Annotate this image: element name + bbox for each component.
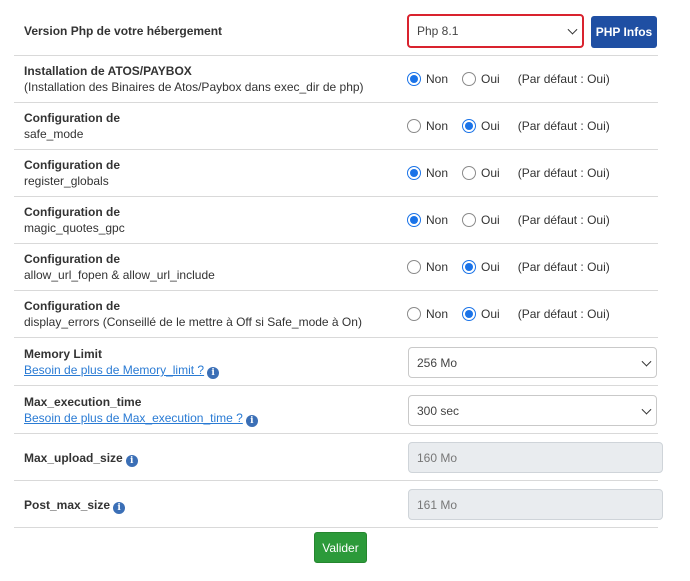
default-note: (Par défaut : Oui): [517, 166, 610, 180]
php-version-row: Version Php de votre hébergement Php 8.1…: [14, 8, 658, 56]
radio-oui[interactable]: Oui: [462, 307, 500, 321]
option-row-safe-mode: Configuration de safe_mode Non Oui (Par …: [14, 103, 658, 150]
max-upload-size-label: Max_upload_size: [24, 451, 123, 465]
radio-circle[interactable]: [407, 213, 421, 227]
max-execution-time-select[interactable]: 300 sec: [408, 395, 657, 426]
option-row-register-globals: Configuration de register_globals Non Ou…: [14, 150, 658, 197]
memory-limit-row: Memory Limit Besoin de plus de Memory_li…: [14, 338, 658, 386]
post-max-size-value: 161 Mo: [417, 497, 458, 512]
php-infos-button[interactable]: PHP Infos: [591, 16, 657, 48]
default-note: (Par défaut : Oui): [517, 260, 610, 274]
radio-non[interactable]: Non: [407, 72, 448, 86]
radio-oui[interactable]: Oui: [462, 213, 500, 227]
max-execution-time-label: Max_execution_time: [24, 395, 142, 409]
max-upload-size-value: 160 Mo: [417, 450, 458, 465]
radio-circle[interactable]: [462, 307, 477, 321]
default-note: (Par défaut : Oui): [517, 119, 610, 133]
info-icon[interactable]: i: [125, 455, 138, 467]
php-version-select[interactable]: Php 8.1: [407, 14, 584, 48]
radio-circle[interactable]: [462, 72, 477, 86]
info-icon[interactable]: i: [113, 502, 126, 514]
max-upload-size-row: Max_upload_size i 160 Mo: [14, 434, 663, 481]
max-execution-time-value: 300 sec: [417, 403, 460, 418]
default-note: (Par défaut : Oui): [517, 72, 610, 86]
memory-limit-value: 256 Mo: [417, 355, 458, 370]
option-subtitle: register_globals: [24, 174, 109, 188]
radio-oui[interactable]: Oui: [462, 72, 500, 86]
option-subtitle: allow_url_fopen & allow_url_include: [24, 268, 215, 282]
option-subtitle: safe_mode: [24, 127, 84, 141]
default-note: (Par défaut : Oui): [517, 213, 610, 227]
radio-circle[interactable]: [462, 166, 477, 180]
option-row-magic-quotes: Configuration de magic_quotes_gpc Non Ou…: [14, 197, 658, 244]
option-title: Configuration de: [24, 205, 120, 219]
option-row-display-errors: Configuration de display_errors (Conseil…: [14, 291, 658, 338]
max-execution-time-help-link[interactable]: Besoin de plus de Max_execution_time ?: [24, 411, 243, 425]
radio-circle[interactable]: [407, 307, 421, 321]
info-icon[interactable]: i: [207, 367, 220, 379]
post-max-size-row: Post_max_size i 161 Mo: [14, 481, 663, 528]
memory-limit-select[interactable]: 256 Mo: [408, 347, 657, 378]
option-title: Configuration de: [24, 111, 120, 125]
radio-circle[interactable]: [407, 72, 421, 86]
option-subtitle: magic_quotes_gpc: [24, 221, 125, 235]
max-upload-size-field: 160 Mo: [408, 442, 663, 473]
radio-oui[interactable]: Oui: [462, 260, 500, 274]
post-max-size-label: Post_max_size: [24, 498, 111, 512]
option-subtitle: display_errors (Conseillé de le mettre à…: [24, 315, 362, 329]
radio-non[interactable]: Non: [407, 213, 448, 227]
radio-non[interactable]: Non: [407, 260, 448, 274]
radio-non[interactable]: Non: [407, 119, 448, 133]
post-max-size-field: 161 Mo: [408, 489, 663, 520]
radio-circle[interactable]: [462, 119, 477, 133]
radio-circle[interactable]: [407, 260, 421, 274]
memory-limit-label: Memory Limit: [24, 347, 103, 361]
php-settings-form: Version Php de votre hébergement Php 8.1…: [0, 0, 690, 581]
option-subtitle: (Installation des Binaires de Atos/Paybo…: [24, 80, 364, 94]
option-title: Installation de ATOS/PAYBOX: [24, 64, 192, 78]
radio-non[interactable]: Non: [407, 307, 448, 321]
chevron-down-icon: [641, 356, 652, 367]
submit-button[interactable]: Valider: [314, 532, 367, 563]
radio-non[interactable]: Non: [407, 166, 448, 180]
php-version-value: Php 8.1: [417, 24, 459, 38]
radio-oui[interactable]: Oui: [462, 119, 500, 133]
chevron-down-icon: [641, 404, 652, 415]
option-row-atos: Installation de ATOS/PAYBOX (Installatio…: [14, 56, 658, 103]
option-title: Configuration de: [24, 299, 120, 313]
radio-circle[interactable]: [407, 166, 421, 180]
default-note: (Par défaut : Oui): [517, 307, 610, 321]
radio-circle[interactable]: [462, 260, 477, 274]
option-row-allow-url-fopen: Configuration de allow_url_fopen & allow…: [14, 244, 658, 291]
max-execution-time-row: Max_execution_time Besoin de plus de Max…: [14, 386, 658, 434]
php-version-label: Version Php de votre hébergement: [24, 24, 223, 38]
radio-circle[interactable]: [407, 119, 421, 133]
radio-circle[interactable]: [462, 213, 477, 227]
option-title: Configuration de: [24, 158, 120, 172]
option-title: Configuration de: [24, 252, 120, 266]
memory-limit-help-link[interactable]: Besoin de plus de Memory_limit ?: [24, 363, 204, 377]
radio-oui[interactable]: Oui: [462, 166, 500, 180]
chevron-down-icon: [567, 24, 578, 35]
info-icon[interactable]: i: [245, 415, 258, 427]
